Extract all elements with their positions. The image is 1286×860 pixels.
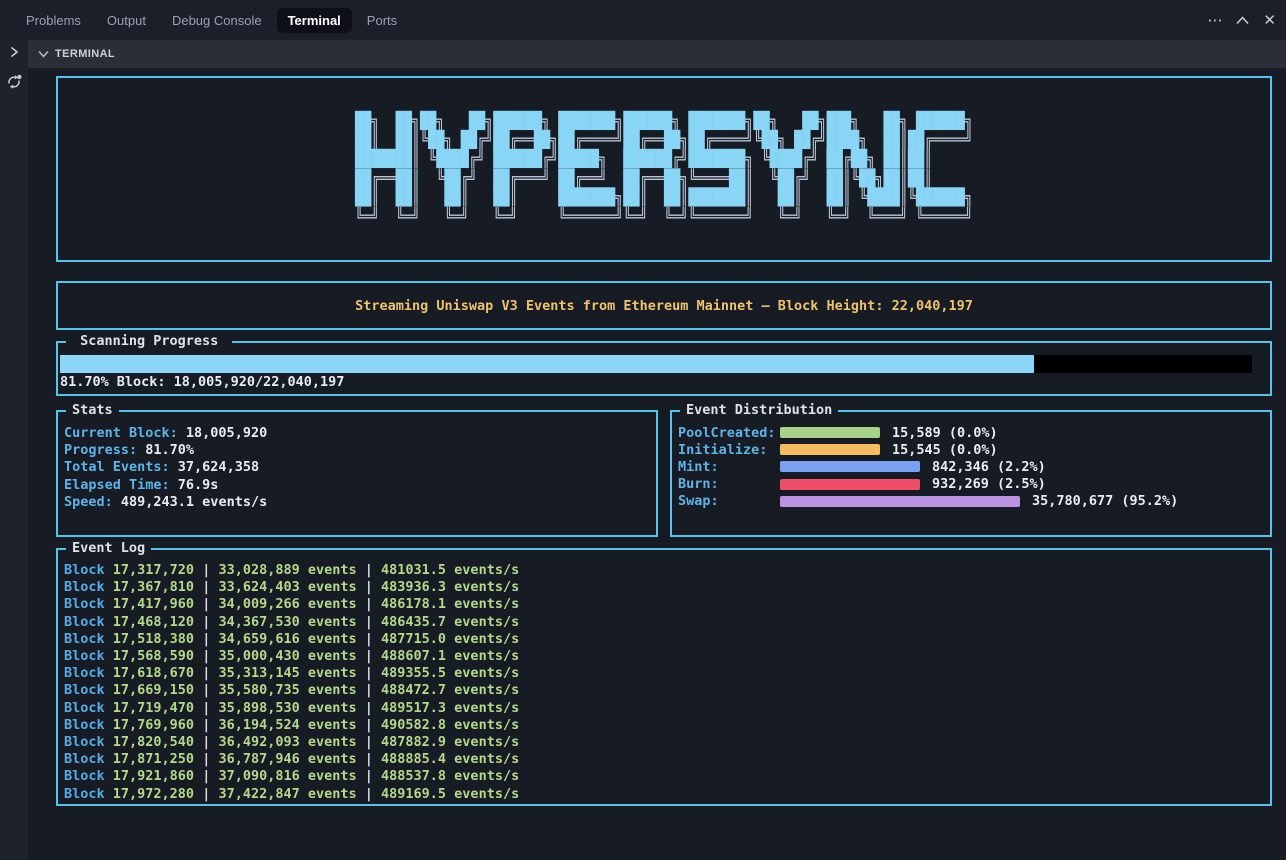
event-distribution-title: Event Distribution — [680, 402, 838, 419]
distribution-bar — [780, 427, 880, 438]
stats-box: Stats Current Block: 18,005,920Progress:… — [56, 410, 658, 537]
maximize-panel-icon[interactable] — [1236, 16, 1249, 25]
stats-title: Stats — [66, 402, 119, 419]
stat-row: Current Block: 18,005,920 — [64, 425, 648, 442]
event-log-title: Event Log — [66, 540, 151, 557]
distribution-bar — [780, 461, 920, 472]
event-distribution-box: Event Distribution PoolCreated:15,589 (0… — [670, 410, 1272, 537]
terminal-side-strip — [0, 40, 28, 860]
event-log-row: Block 17,518,380 | 34,659,616 events | 4… — [64, 631, 1262, 648]
event-log-row: Block 17,871,250 | 36,787,946 events | 4… — [64, 751, 1262, 768]
event-log-row: Block 17,618,670 | 35,313,145 events | 4… — [64, 665, 1262, 682]
panel-tabbar: Problems Output Debug Console Terminal P… — [0, 0, 1286, 40]
scanning-progress-box: Scanning Progress 81.70%Block: 18,005,92… — [56, 341, 1272, 396]
chevron-right-icon[interactable] — [8, 46, 20, 60]
event-log-row: Block 17,367,810 | 33,624,403 events | 4… — [64, 579, 1262, 596]
event-log-row: Block 17,317,720 | 33,028,889 events | 4… — [64, 562, 1262, 579]
distribution-row: Initialize:15,545 (0.0%) — [678, 441, 1260, 458]
stat-row: Progress: 81.70% — [64, 442, 648, 459]
tab-problems[interactable]: Problems — [15, 8, 92, 33]
event-log-row: Block 17,669,150 | 35,580,735 events | 4… — [64, 682, 1262, 699]
distribution-row: Burn:932,269 (2.5%) — [678, 476, 1260, 493]
event-log-row: Block 17,820,540 | 36,492,093 events | 4… — [64, 734, 1262, 751]
chevron-down-icon[interactable] — [38, 50, 49, 58]
distribution-row: Swap:35,780,677 (95.2%) — [678, 493, 1260, 510]
event-log-row: Block 17,568,590 | 35,000,430 events | 4… — [64, 648, 1262, 665]
distribution-row: Mint:842,346 (2.2%) — [678, 458, 1260, 475]
scanning-progress-title: Scanning Progress — [66, 333, 232, 350]
progress-percent: 81.70% — [60, 374, 109, 390]
event-log-row: Block 17,769,960 | 36,194,524 events | 4… — [64, 717, 1262, 734]
terminal-content: ██╗ ██╗██╗ ██╗██████╗ ███████╗██████╗ ██… — [28, 68, 1286, 860]
tab-terminal[interactable]: Terminal — [277, 8, 352, 33]
sync-icon[interactable] — [6, 74, 22, 92]
progress-bar-fill — [60, 355, 1034, 373]
distribution-bar — [780, 496, 1020, 507]
progress-text: 81.70% Block: 18,005,920/22,040,197 — [60, 374, 1252, 391]
more-actions-icon[interactable]: ⋯ — [1207, 13, 1222, 28]
banner-box: ██╗ ██╗██╗ ██╗██████╗ ███████╗██████╗ ██… — [56, 76, 1272, 262]
event-log-row: Block 17,921,860 | 37,090,816 events | 4… — [64, 768, 1262, 785]
terminal-header-label: TERMINAL — [55, 48, 115, 60]
banner-ascii-art: ██╗ ██╗██╗ ██╗██████╗ ███████╗██████╗ ██… — [355, 111, 973, 226]
event-log-row: Block 17,417,960 | 34,009,266 events | 4… — [64, 596, 1262, 613]
event-log-row: Block 17,972,280 | 37,422,847 events | 4… — [64, 786, 1262, 803]
distribution-bar — [780, 479, 920, 490]
tab-ports[interactable]: Ports — [356, 8, 408, 33]
close-panel-icon[interactable]: ✕ — [1263, 13, 1276, 28]
stream-subtitle: Streaming Uniswap V3 Events from Ethereu… — [355, 298, 973, 314]
progress-detail: Block: 18,005,920/22,040,197 — [117, 374, 345, 390]
subtitle-box: Streaming Uniswap V3 Events from Ethereu… — [56, 281, 1272, 330]
distribution-bar — [780, 444, 880, 455]
distribution-row: PoolCreated:15,589 (0.0%) — [678, 424, 1260, 441]
stat-row: Speed: 489,243.1 events/s — [64, 494, 648, 511]
tab-output[interactable]: Output — [96, 8, 157, 33]
event-log-row: Block 17,468,120 | 34,367,530 events | 4… — [64, 614, 1262, 631]
event-log-box: Event Log Block 17,317,720 | 33,028,889 … — [56, 548, 1272, 806]
panel-actions: ⋯ ✕ — [1207, 13, 1276, 28]
terminal-header: TERMINAL — [28, 40, 1286, 68]
stat-row: Elapsed Time: 76.9s — [64, 477, 648, 494]
progress-bar — [60, 355, 1252, 373]
stat-row: Total Events: 37,624,358 — [64, 459, 648, 476]
event-log-row: Block 17,719,470 | 35,898,530 events | 4… — [64, 700, 1262, 717]
tab-debug-console[interactable]: Debug Console — [161, 8, 273, 33]
